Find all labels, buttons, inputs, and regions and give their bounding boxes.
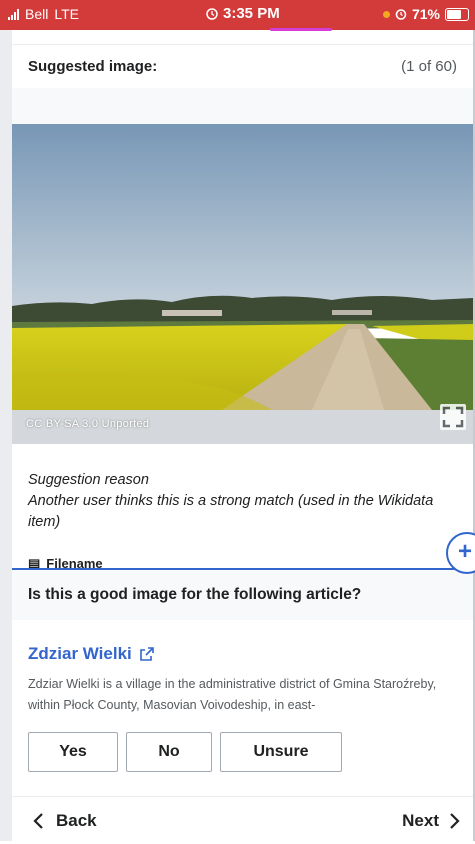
image-top-band xyxy=(12,88,473,124)
suggestion-reason: Suggestion reason Another user thinks th… xyxy=(28,470,448,533)
file-icon: ▤ xyxy=(28,556,41,568)
recording-dot-icon xyxy=(382,10,390,18)
filename-label: ▤ Filename xyxy=(28,556,103,568)
fullscreen-icon[interactable] xyxy=(440,404,466,430)
yes-button[interactable]: Yes xyxy=(28,732,118,772)
rapeseed-field-photo xyxy=(12,124,473,410)
chevron-left-icon xyxy=(33,813,43,829)
suggested-image[interactable] xyxy=(12,124,473,410)
status-left: Bell LTE xyxy=(8,6,79,22)
battery-icon xyxy=(445,7,469,21)
article-title[interactable]: Zdziar Wielki xyxy=(28,644,132,664)
suggestion-reason-text: Another user thinks this is a strong mat… xyxy=(28,493,434,530)
unsure-button[interactable]: Unsure xyxy=(220,732,342,772)
highlight-underline xyxy=(270,28,332,31)
back-button[interactable]: Back xyxy=(32,811,97,831)
chevron-right-icon xyxy=(450,813,460,829)
time-label: 3:35 PM xyxy=(223,5,280,22)
next-button[interactable]: Next xyxy=(402,811,461,831)
suggestion-counter: (1 of 60) xyxy=(401,58,457,75)
next-label: Next xyxy=(402,811,439,830)
no-button[interactable]: No xyxy=(126,732,212,772)
left-margin-strip xyxy=(0,0,12,841)
filename-text: Filename xyxy=(46,556,103,568)
suggested-image-label: Suggested image: xyxy=(28,58,158,75)
status-time: 3:35 PM xyxy=(206,5,280,22)
status-right: 71% xyxy=(382,6,469,22)
carrier-label: Bell xyxy=(25,6,49,22)
clock-icon xyxy=(206,7,218,20)
signal-icon xyxy=(8,8,19,20)
external-link-icon[interactable] xyxy=(139,647,154,661)
answer-buttons: Yes No Unsure xyxy=(28,732,342,772)
suggestion-reason-title: Suggestion reason xyxy=(28,472,149,488)
review-question: Is this a good image for the following a… xyxy=(28,586,362,603)
article-description: Zdziar Wielki is a village in the admini… xyxy=(28,674,460,716)
suggestion-header: Suggested image: (1 of 60) xyxy=(12,44,473,88)
status-bar: Bell LTE 3:35 PM 71% xyxy=(0,0,475,31)
back-label: Back xyxy=(56,811,97,830)
network-label: LTE xyxy=(54,6,79,22)
battery-percent: 71% xyxy=(411,6,440,22)
navigation-row: Back Next xyxy=(12,796,473,844)
article-description-text: Zdziar Wielki is a village in the admini… xyxy=(28,677,437,712)
license-label[interactable]: CC BY-SA 3.0 Unported xyxy=(26,418,149,430)
article-link[interactable]: Zdziar Wielki xyxy=(28,644,154,664)
image-caption-bar: CC BY-SA 3.0 Unported xyxy=(12,404,473,444)
review-bottom-sheet: Is this a good image for the following a… xyxy=(12,568,473,843)
alarm-icon xyxy=(395,9,407,20)
